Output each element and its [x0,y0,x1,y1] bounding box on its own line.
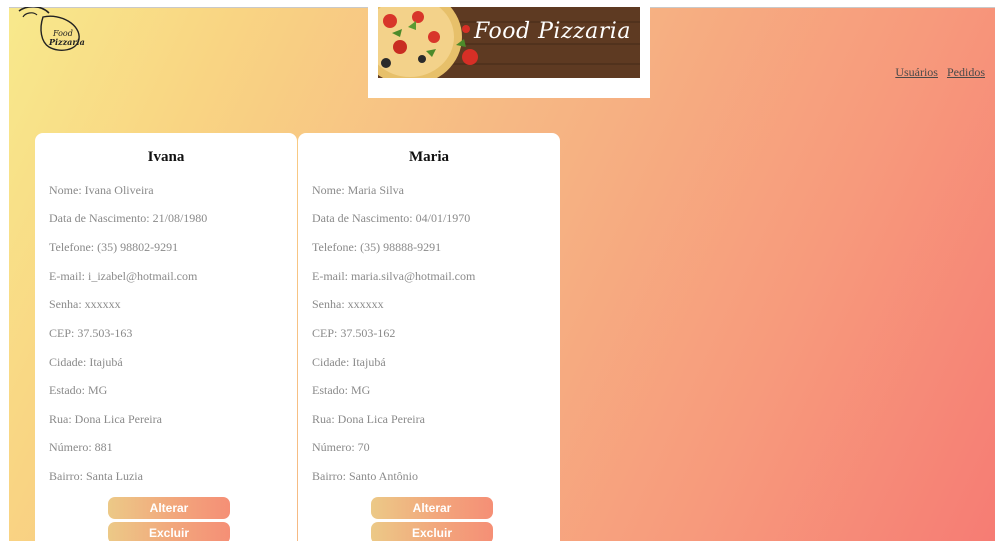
field-numero: Número: 70 [312,440,370,454]
field-numero: Número: 881 [49,440,113,454]
nav-pedidos-link[interactable]: Pedidos [947,65,985,79]
field-senha: Senha: xxxxxx [49,297,121,311]
alterar-button[interactable]: Alterar [108,497,230,519]
user-card-title: Maria [409,149,449,165]
field-rua: Rua: Dona Lica Pereira [49,412,162,426]
page-viewport: Food Pizzaria Food Pizzaria Usuários Ped… [9,7,995,541]
alterar-button[interactable]: Alterar [371,497,493,519]
user-card-title: Ivana [147,149,185,165]
user-card: Maria Nome: Maria Silva Data de Nascimen… [298,133,560,541]
field-cidade: Cidade: Itajubá [312,355,386,369]
field-nome: Nome: Maria Silva [312,183,404,197]
field-cep: CEP: 37.503-162 [312,326,396,340]
field-bairro: Bairro: Santa Luzia [49,469,143,483]
banner-image: Food Pizzaria [378,7,640,78]
banner-title: Food Pizzaria [474,19,631,44]
user-card: Ivana Nome: Ivana Oliveira Data de Nasci… [35,133,297,541]
field-telefone: Telefone: (35) 98802-9291 [49,240,179,254]
field-email: E-mail: maria.silva@hotmail.com [312,269,476,283]
nav-usuarios-link[interactable]: Usuários [895,65,938,79]
field-nascimento: Data de Nascimento: 21/08/1980 [49,211,208,225]
field-nome: Nome: Ivana Oliveira [49,183,154,197]
top-nav: Usuários Pedidos [889,65,985,80]
field-nascimento: Data de Nascimento: 04/01/1970 [312,211,471,225]
excluir-button[interactable]: Excluir [108,522,230,541]
field-telefone: Telefone: (35) 98888-9291 [312,240,442,254]
pizzaria-logo-icon: Food Pizzaria [18,7,85,51]
banner-frame: Food Pizzaria [368,7,650,98]
excluir-button[interactable]: Excluir [371,522,493,541]
field-bairro: Bairro: Santo Antônio [312,469,418,483]
field-cep: CEP: 37.503-163 [49,326,133,340]
field-estado: Estado: MG [49,383,108,397]
field-estado: Estado: MG [312,383,371,397]
field-senha: Senha: xxxxxx [312,297,384,311]
top-cut-text: ── ────── ─ [911,7,987,11]
logo[interactable]: Food Pizzaria [15,7,97,55]
logo-text-pizzaria: Pizzaria [48,37,85,47]
field-rua: Rua: Dona Lica Pereira [312,412,425,426]
field-email: E-mail: i_izabel@hotmail.com [49,269,198,283]
field-cidade: Cidade: Itajubá [49,355,123,369]
